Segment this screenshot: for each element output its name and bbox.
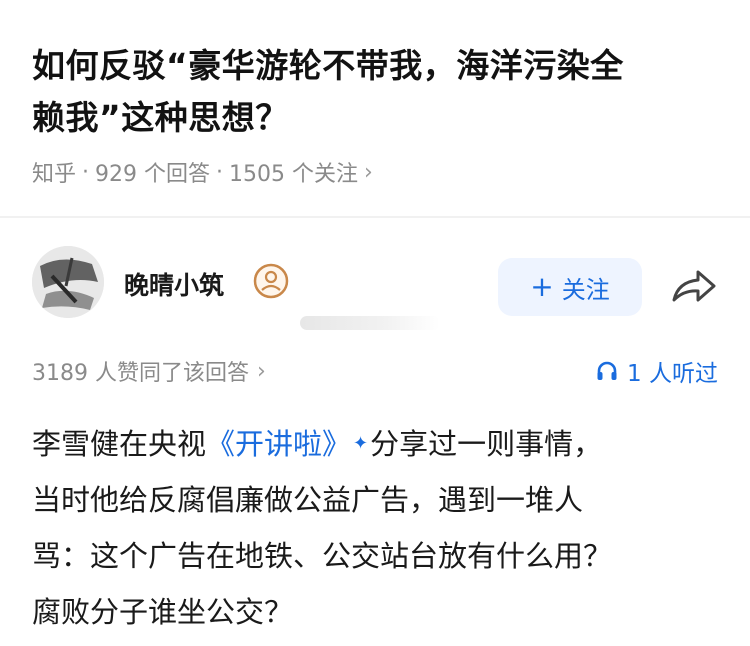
follow-button[interactable]: + 关注 (498, 258, 642, 316)
answer-count: 929 个回答 (95, 162, 211, 187)
question-title-line1: 如何反驳“豪华游轮不带我，海洋污染全 (32, 46, 624, 85)
avatar[interactable] (32, 246, 104, 318)
stats-row: 3189 人赞同了该回答 › 1 人听过 (32, 354, 718, 388)
follower-count: 1505 个关注 (229, 162, 358, 187)
question-title-line2: 赖我”这种思想？ (32, 98, 289, 137)
listen-count[interactable]: 1 人听过 (595, 354, 718, 388)
answer-text: 分享过一则事情， (370, 427, 603, 461)
question-meta[interactable]: 知乎 · 929 个回答 · 1505 个关注 › (32, 156, 722, 188)
chevron-right-icon: › (364, 159, 373, 185)
plus-icon: + (530, 270, 554, 303)
answer-page: 如何反驳“豪华游轮不带我，海洋污染全 赖我”这种思想？ 知乎 · 929 个回答… (0, 0, 750, 646)
follow-label: 关注 (561, 275, 610, 304)
chevron-right-icon: › (256, 358, 266, 384)
certified-badge-icon (253, 263, 289, 299)
meta-separator: · (216, 159, 224, 185)
answer-line: 李雪健在央视《开讲啦》 ✦分享过一则事情， (32, 416, 722, 472)
answer-body: 李雪健在央视《开讲啦》 ✦分享过一则事情， 当时他给反腐倡廉做公益广告，遇到一堆人… (32, 416, 722, 640)
spark-icon: ✦ (353, 433, 369, 454)
answer-text: 李雪健在央视 (32, 427, 207, 461)
program-link[interactable]: 《开讲啦》 (206, 427, 351, 461)
question-title[interactable]: 如何反驳“豪华游轮不带我，海洋污染全 赖我”这种思想？ (32, 40, 722, 144)
meta-separator: · (82, 159, 90, 185)
blurred-tag (300, 316, 440, 330)
listen-text: 1 人听过 (627, 361, 718, 387)
author-name[interactable]: 晚晴小筑 (124, 266, 224, 302)
question-header: 如何反驳“豪华游轮不带我，海洋污染全 赖我”这种思想？ 知乎 · 929 个回答… (0, 0, 750, 188)
headphone-icon (597, 361, 617, 380)
share-icon[interactable] (668, 266, 718, 308)
source-label: 知乎 (32, 162, 77, 187)
answer-line: 腐败分子谁坐公交？ (32, 595, 294, 629)
answer-line: 当时他给反腐倡廉做公益广告，遇到一堆人 (32, 483, 584, 517)
agree-text: 3189 人赞同了该回答 (32, 361, 249, 386)
answer-line: 骂：这个广告在地铁、公交站台放有什么用？ (32, 539, 613, 573)
agree-count[interactable]: 3189 人赞同了该回答 › (32, 355, 266, 387)
